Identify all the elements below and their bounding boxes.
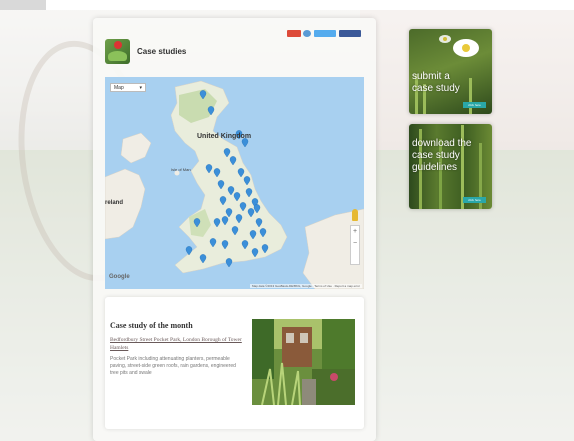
map-marker-icon[interactable] (225, 208, 233, 218)
map-marker-icon[interactable] (239, 202, 247, 212)
map-marker-icon[interactable] (229, 156, 237, 166)
case-studies-logo-icon (105, 39, 130, 64)
case-of-the-month-photo[interactable] (252, 319, 355, 405)
map-marker-icon[interactable] (235, 214, 243, 224)
map-marker-icon[interactable] (249, 230, 257, 240)
map-markers-layer (185, 90, 269, 268)
map-marker-icon[interactable] (237, 168, 245, 178)
map-marker-icon[interactable] (207, 106, 215, 116)
daisy-icon (453, 39, 479, 57)
map-marker-icon[interactable] (213, 218, 221, 228)
map-attribution[interactable]: Map data ©2013 GeoBasis-DE/BKG, Google ·… (249, 284, 362, 288)
case-of-the-month-heading: Case study of the month (110, 321, 193, 330)
case-of-the-month-card: Case study of the month Bedfordbury Stre… (105, 297, 364, 429)
map-marker-icon[interactable] (233, 192, 241, 202)
street-view-pegman-icon[interactable] (352, 209, 358, 221)
map-marker-icon[interactable] (261, 244, 269, 254)
map-type-dropdown[interactable]: Map ▾ (110, 83, 146, 92)
case-studies-map[interactable]: United Kingdom Isle of Man reland Map ▾ … (105, 77, 364, 289)
download-guidelines-label: download the case study guidelines (412, 138, 472, 173)
map-marker-icon[interactable] (241, 240, 249, 250)
download-guidelines-tile[interactable]: download the case study guidelines click… (409, 124, 492, 209)
google-logo: Google (109, 274, 130, 280)
map-zoom-control: + − (350, 225, 360, 265)
map-marker-icon[interactable] (225, 258, 233, 268)
map-marker-icon[interactable] (221, 240, 229, 250)
map-marker-icon[interactable] (219, 196, 227, 206)
map-marker-icon[interactable] (193, 218, 201, 228)
chevron-down-icon: ▾ (139, 85, 142, 91)
map-marker-icon[interactable] (247, 208, 255, 218)
daisy-icon (439, 35, 451, 43)
zoom-in-button[interactable]: + (351, 226, 359, 238)
case-of-the-month-description: Pocket Park including attenuating plante… (110, 356, 236, 376)
map-marker-icon[interactable] (185, 246, 193, 256)
map-marker-icon[interactable] (251, 248, 259, 258)
map-label-united-kingdom: United Kingdom (197, 133, 252, 140)
map-marker-icon[interactable] (209, 238, 217, 248)
case-studies-panel: Case studies United Kingdom Isle of Man … (93, 18, 376, 441)
submit-case-study-button[interactable]: click here (463, 102, 486, 108)
case-of-the-month-link[interactable]: Bedfordbury Street Pocket Park, London B… (110, 336, 244, 352)
map-marker-icon[interactable] (259, 228, 267, 238)
map-marker-icon[interactable] (199, 254, 207, 264)
map-marker-icon[interactable] (231, 226, 239, 236)
download-guidelines-button[interactable]: click here (463, 197, 486, 203)
map-label-ireland: reland (105, 200, 124, 206)
zoom-out-button[interactable]: − (351, 238, 359, 250)
submit-case-study-label: submit a case study (412, 71, 460, 94)
map-marker-icon[interactable] (199, 90, 207, 100)
page-title: Case studies (137, 47, 187, 56)
map-marker-icon[interactable] (227, 186, 235, 196)
submit-case-study-tile[interactable]: submit a case study click here (409, 29, 492, 114)
twitter-share-button[interactable] (314, 30, 336, 37)
map-label-isle-of-man: Isle of Man (171, 167, 191, 172)
map-marker-icon[interactable] (255, 218, 263, 228)
google-plus-share-icon[interactable] (287, 30, 301, 37)
map-marker-icon[interactable] (205, 164, 213, 174)
map-marker-icon[interactable] (223, 148, 231, 158)
email-share-icon[interactable] (303, 30, 311, 37)
map-marker-icon[interactable] (217, 180, 225, 190)
map-type-label: Map (114, 85, 124, 91)
map-marker-icon[interactable] (243, 176, 251, 186)
map-marker-icon[interactable] (213, 168, 221, 178)
map-marker-icon[interactable] (245, 188, 253, 198)
map-marker-icon[interactable] (221, 216, 229, 226)
facebook-like-button[interactable] (339, 30, 361, 37)
map-marker-icon[interactable] (253, 204, 261, 214)
